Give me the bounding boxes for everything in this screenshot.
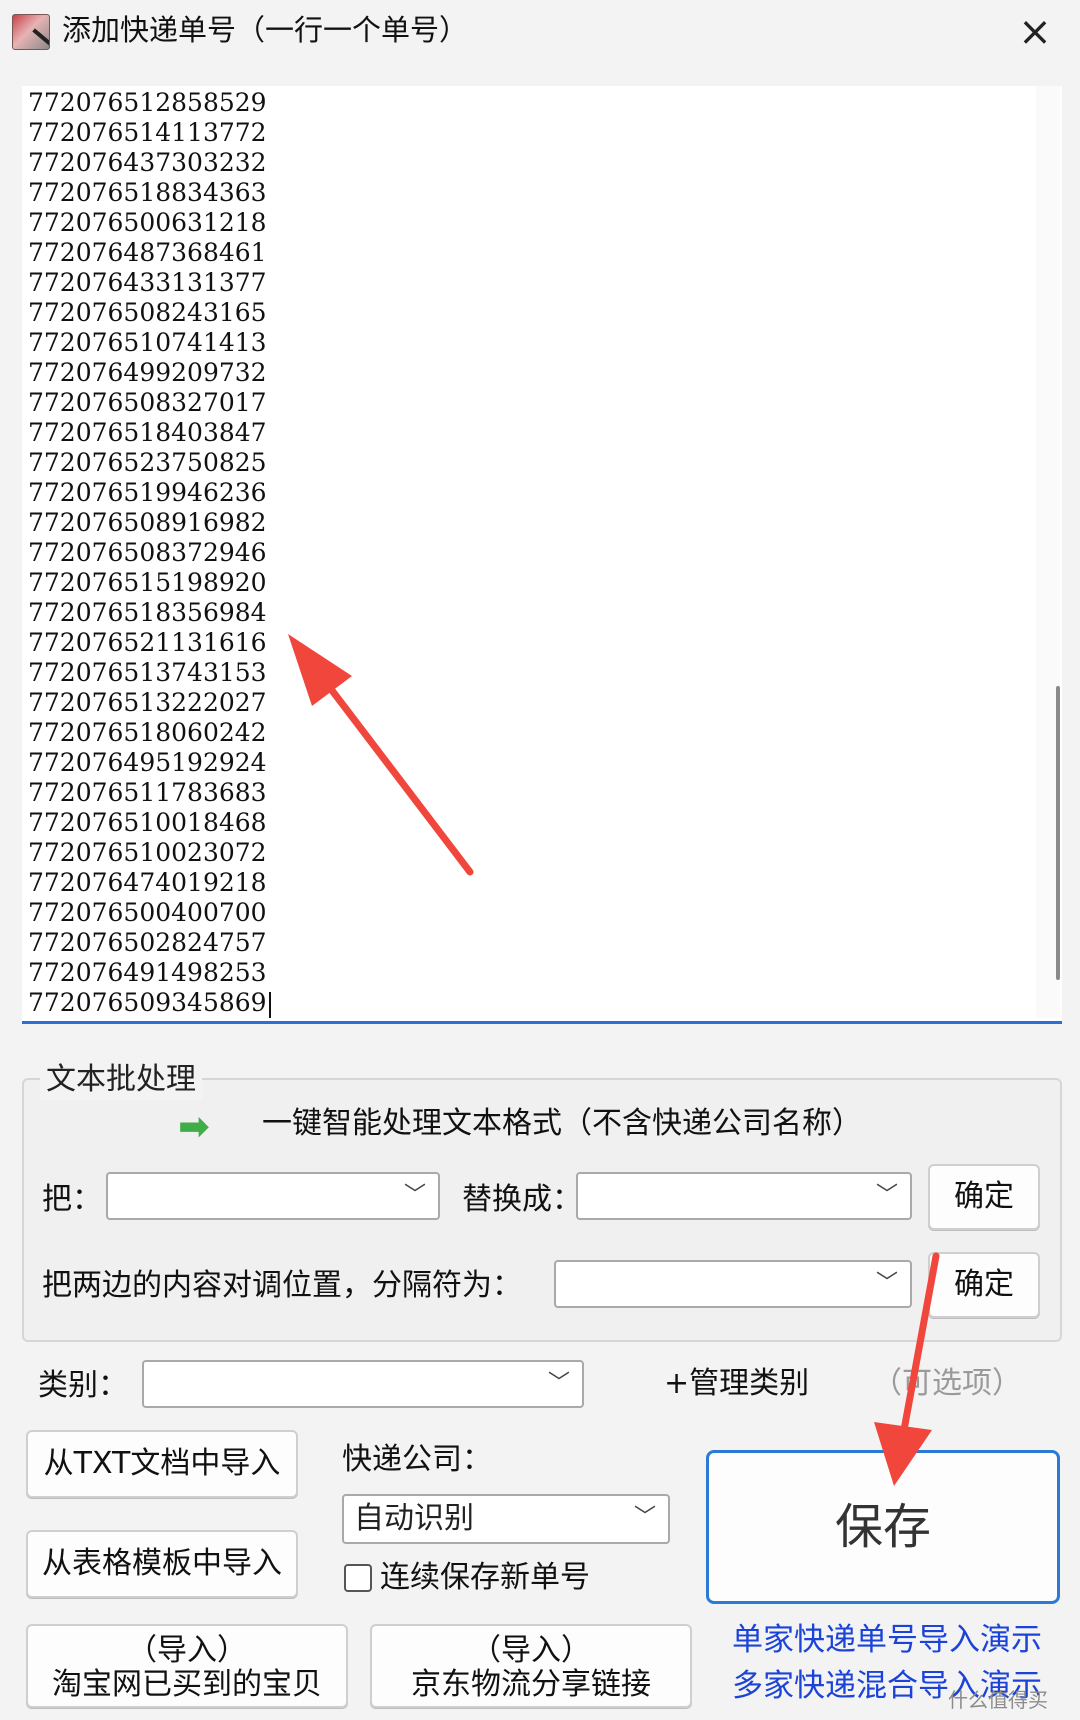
tracking-number-line: 772076500631218 bbox=[28, 208, 267, 237]
tracking-number-line: 772076513743153 bbox=[28, 658, 267, 687]
import-jd-line2: 京东物流分享链接 bbox=[411, 1667, 651, 1702]
tracking-number-list: 772076512858529 772076514113772 7720764373… bbox=[28, 88, 271, 1018]
tracking-number-line: 772076474019218 bbox=[28, 868, 267, 897]
replace-to-label: 替换成： bbox=[462, 1182, 582, 1217]
tracking-number-line: 772076511783683 bbox=[28, 778, 267, 807]
tracking-number-line: 772076521131616 bbox=[28, 628, 267, 657]
courier-selected-value: 自动识别 bbox=[354, 1501, 474, 1536]
swap-label: 把两边的内容对调位置，分隔符为： bbox=[42, 1268, 522, 1303]
chevron-down-icon: ﹀ bbox=[875, 1271, 898, 1296]
tracking-number-textarea[interactable]: 772076512858529 772076514113772 7720764373… bbox=[22, 86, 1062, 1024]
chevron-down-icon: ﹀ bbox=[403, 1183, 426, 1208]
import-txt-button[interactable]: 从TXT文档中导入 bbox=[26, 1430, 298, 1498]
tracking-number-line: 772076491498253 bbox=[28, 958, 267, 987]
separator-combobox[interactable]: ﹀ bbox=[554, 1260, 912, 1308]
tracking-number-line: 772076508916982 bbox=[28, 508, 267, 537]
swap-confirm-button[interactable]: 确定 bbox=[928, 1252, 1040, 1318]
tracking-number-line: 772076512858529 bbox=[28, 88, 267, 117]
tracking-number-line: 772076495192924 bbox=[28, 748, 267, 777]
continuous-save-label: 连续保存新单号 bbox=[380, 1560, 590, 1595]
tracking-number-line: 772076509345869 bbox=[28, 988, 271, 1018]
app-icon bbox=[12, 14, 50, 50]
tracking-number-line: 772076510741413 bbox=[28, 328, 267, 357]
chevron-down-icon: ﹀ bbox=[547, 1371, 570, 1396]
scrollbar-thumb[interactable] bbox=[1056, 686, 1060, 980]
watermark: 什么值得买 bbox=[948, 1688, 1048, 1712]
tracking-number-line: 772076502824757 bbox=[28, 928, 267, 957]
close-icon[interactable]: × bbox=[1010, 8, 1060, 56]
tracking-number-line: 772076518403847 bbox=[28, 418, 267, 447]
manage-category-link[interactable]: +管理类别 bbox=[664, 1364, 809, 1404]
tracking-number-line: 772076518834363 bbox=[28, 178, 267, 207]
category-label: 类别： bbox=[38, 1368, 128, 1403]
replace-from-label: 把： bbox=[42, 1182, 102, 1217]
tracking-number-line: 772076518060242 bbox=[28, 718, 267, 747]
import-taobao-button[interactable]: （导入） 淘宝网已买到的宝贝 bbox=[26, 1624, 348, 1708]
tracking-number-line: 772076508243165 bbox=[28, 298, 267, 327]
tracking-number-line: 772076518356984 bbox=[28, 598, 267, 627]
import-table-button[interactable]: 从表格模板中导入 bbox=[26, 1530, 298, 1598]
tracking-number-line: 772076510023072 bbox=[28, 838, 267, 867]
window-title: 添加快递单号（一行一个单号） bbox=[62, 13, 469, 47]
tracking-number-line: 772076519946236 bbox=[28, 478, 267, 507]
tracking-number-line: 772076523750825 bbox=[28, 448, 267, 477]
smart-format-link[interactable]: 一键智能处理文本格式（不含快递公司名称） bbox=[262, 1104, 862, 1144]
tracking-number-line: 772076513222027 bbox=[28, 688, 267, 717]
replace-to-combobox[interactable]: ﹀ bbox=[576, 1172, 912, 1220]
courier-combobox[interactable]: 自动识别 ﹀ bbox=[342, 1494, 670, 1544]
tracking-number-line: 772076433131377 bbox=[28, 268, 267, 297]
tracking-number-line: 772076437303232 bbox=[28, 148, 267, 177]
chevron-down-icon: ﹀ bbox=[875, 1183, 898, 1208]
tracking-number-line: 772076508372946 bbox=[28, 538, 267, 567]
tracking-number-line: 772076514113772 bbox=[28, 118, 267, 147]
chevron-down-icon: ﹀ bbox=[633, 1505, 656, 1530]
text-caret bbox=[268, 991, 271, 1018]
green-arrow-icon: ➡ bbox=[178, 1104, 210, 1148]
import-taobao-line2: 淘宝网已买到的宝贝 bbox=[52, 1667, 322, 1702]
import-taobao-line1: （导入） bbox=[127, 1633, 247, 1668]
import-jd-line1: （导入） bbox=[471, 1633, 591, 1668]
tracking-number-line: 772076508327017 bbox=[28, 388, 267, 417]
tracking-number-line: 772076499209732 bbox=[28, 358, 267, 387]
courier-label: 快递公司： bbox=[342, 1442, 492, 1477]
save-button[interactable]: 保存 bbox=[706, 1450, 1060, 1604]
batch-processing-title: 文本批处理 bbox=[40, 1060, 202, 1100]
tracking-number-line: 772076510018468 bbox=[28, 808, 267, 837]
category-combobox[interactable]: ﹀ bbox=[142, 1360, 584, 1408]
replace-from-combobox[interactable]: ﹀ bbox=[106, 1172, 440, 1220]
title-bar: 添加快递单号（一行一个单号） × bbox=[0, 0, 1080, 64]
optional-hint: （可选项） bbox=[872, 1366, 1022, 1401]
tracking-number-line: 772076500400700 bbox=[28, 898, 267, 927]
single-courier-demo-link[interactable]: 单家快递单号导入演示 bbox=[732, 1620, 1042, 1660]
import-jd-button[interactable]: （导入） 京东物流分享链接 bbox=[370, 1624, 692, 1708]
tracking-number-line: 772076515198920 bbox=[28, 568, 267, 597]
continuous-save-checkbox[interactable] bbox=[344, 1564, 372, 1592]
tracking-number-line: 772076487368461 bbox=[28, 238, 267, 267]
replace-confirm-button[interactable]: 确定 bbox=[928, 1164, 1040, 1230]
